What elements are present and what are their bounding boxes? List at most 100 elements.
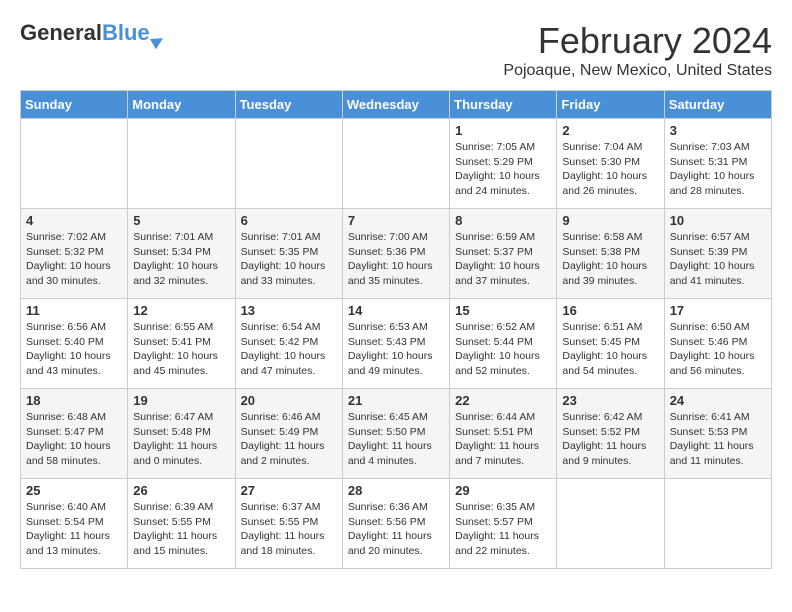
cell-info: Sunrise: 7:03 AM Sunset: 5:31 PM Dayligh…	[670, 140, 766, 199]
calendar-cell: 3 Sunrise: 7:03 AM Sunset: 5:31 PM Daylig…	[664, 119, 771, 209]
day-number: 9	[562, 213, 658, 228]
day-number: 23	[562, 393, 658, 408]
day-of-week-header: Thursday	[450, 91, 557, 119]
day-number: 24	[670, 393, 766, 408]
calendar-cell: 10 Sunrise: 6:57 AM Sunset: 5:39 PM Dayli…	[664, 209, 771, 299]
cell-info: Sunrise: 6:44 AM Sunset: 5:51 PM Dayligh…	[455, 410, 551, 469]
calendar-header: SundayMondayTuesdayWednesdayThursdayFrid…	[21, 91, 772, 119]
page-header: GeneralBlue February 2024 Pojoaque, New …	[20, 20, 772, 80]
day-number: 16	[562, 303, 658, 318]
calendar-cell: 28 Sunrise: 6:36 AM Sunset: 5:56 PM Dayli…	[342, 479, 449, 569]
calendar-week-row: 1 Sunrise: 7:05 AM Sunset: 5:29 PM Daylig…	[21, 119, 772, 209]
calendar-cell: 6 Sunrise: 7:01 AM Sunset: 5:35 PM Daylig…	[235, 209, 342, 299]
calendar-cell: 7 Sunrise: 7:00 AM Sunset: 5:36 PM Daylig…	[342, 209, 449, 299]
day-number: 2	[562, 123, 658, 138]
day-number: 11	[26, 303, 122, 318]
cell-info: Sunrise: 6:40 AM Sunset: 5:54 PM Dayligh…	[26, 500, 122, 559]
cell-info: Sunrise: 6:45 AM Sunset: 5:50 PM Dayligh…	[348, 410, 444, 469]
cell-info: Sunrise: 6:56 AM Sunset: 5:40 PM Dayligh…	[26, 320, 122, 379]
day-number: 27	[241, 483, 337, 498]
calendar-cell: 26 Sunrise: 6:39 AM Sunset: 5:55 PM Dayli…	[128, 479, 235, 569]
calendar-cell: 13Sunrise: 6:54 AM Sunset: 5:42 PM Dayli…	[235, 299, 342, 389]
calendar-week-row: 11 Sunrise: 6:56 AM Sunset: 5:40 PM Dayli…	[21, 299, 772, 389]
day-number: 17	[670, 303, 766, 318]
day-of-week-header: Tuesday	[235, 91, 342, 119]
location-text: Pojoaque, New Mexico, United States	[503, 62, 772, 80]
calendar-body: 1 Sunrise: 7:05 AM Sunset: 5:29 PM Daylig…	[21, 119, 772, 569]
day-number: 20	[241, 393, 337, 408]
cell-info: Sunrise: 6:50 AM Sunset: 5:46 PM Dayligh…	[670, 320, 766, 379]
day-number: 18	[26, 393, 122, 408]
calendar-week-row: 25 Sunrise: 6:40 AM Sunset: 5:54 PM Dayli…	[21, 479, 772, 569]
day-number: 8	[455, 213, 551, 228]
calendar-week-row: 18 Sunrise: 6:48 AM Sunset: 5:47 PM Dayli…	[21, 389, 772, 479]
calendar-cell: 17 Sunrise: 6:50 AM Sunset: 5:46 PM Dayli…	[664, 299, 771, 389]
calendar-cell: 21Sunrise: 6:45 AM Sunset: 5:50 PM Dayli…	[342, 389, 449, 479]
cell-info: Sunrise: 6:48 AM Sunset: 5:47 PM Dayligh…	[26, 410, 122, 469]
day-number: 28	[348, 483, 444, 498]
calendar-cell: 24 Sunrise: 6:41 AM Sunset: 5:53 PM Dayli…	[664, 389, 771, 479]
day-number: 14	[348, 303, 444, 318]
calendar-cell	[235, 119, 342, 209]
day-number: 1	[455, 123, 551, 138]
calendar-cell	[664, 479, 771, 569]
calendar-cell: 2 Sunrise: 7:04 AM Sunset: 5:30 PM Daylig…	[557, 119, 664, 209]
cell-info: Sunrise: 6:37 AM Sunset: 5:55 PM Dayligh…	[241, 500, 337, 559]
cell-info: Sunrise: 6:47 AM Sunset: 5:48 PM Dayligh…	[133, 410, 229, 469]
cell-info: Sunrise: 6:58 AM Sunset: 5:38 PM Dayligh…	[562, 230, 658, 289]
logo: GeneralBlue	[20, 20, 172, 46]
cell-info: Sunrise: 7:02 AM Sunset: 5:32 PM Dayligh…	[26, 230, 122, 289]
cell-info: Sunrise: 7:01 AM Sunset: 5:35 PM Dayligh…	[241, 230, 337, 289]
calendar-cell	[128, 119, 235, 209]
calendar-cell: 5 Sunrise: 7:01 AM Sunset: 5:34 PM Daylig…	[128, 209, 235, 299]
day-number: 29	[455, 483, 551, 498]
calendar-cell: 18 Sunrise: 6:48 AM Sunset: 5:47 PM Dayli…	[21, 389, 128, 479]
day-of-week-header: Friday	[557, 91, 664, 119]
calendar-cell	[342, 119, 449, 209]
day-of-week-header: Saturday	[664, 91, 771, 119]
calendar-cell: 14 Sunrise: 6:53 AM Sunset: 5:43 PM Dayli…	[342, 299, 449, 389]
day-number: 5	[133, 213, 229, 228]
cell-info: Sunrise: 6:42 AM Sunset: 5:52 PM Dayligh…	[562, 410, 658, 469]
header-row: SundayMondayTuesdayWednesdayThursdayFrid…	[21, 91, 772, 119]
day-number: 6	[241, 213, 337, 228]
day-number: 19	[133, 393, 229, 408]
calendar-week-row: 4 Sunrise: 7:02 AM Sunset: 5:32 PM Daylig…	[21, 209, 772, 299]
logo-blue-text: Blue	[102, 20, 150, 46]
cell-info: Sunrise: 6:41 AM Sunset: 5:53 PM Dayligh…	[670, 410, 766, 469]
logo-bird-icon	[152, 25, 172, 41]
cell-info: Sunrise: 7:04 AM Sunset: 5:30 PM Dayligh…	[562, 140, 658, 199]
cell-info: Sunrise: 6:39 AM Sunset: 5:55 PM Dayligh…	[133, 500, 229, 559]
day-number: 7	[348, 213, 444, 228]
day-number: 26	[133, 483, 229, 498]
day-number: 25	[26, 483, 122, 498]
cell-info: Sunrise: 7:00 AM Sunset: 5:36 PM Dayligh…	[348, 230, 444, 289]
calendar-cell: 8 Sunrise: 6:59 AM Sunset: 5:37 PM Daylig…	[450, 209, 557, 299]
title-area: February 2024 Pojoaque, New Mexico, Unit…	[503, 20, 772, 80]
cell-info: Sunrise: 7:05 AM Sunset: 5:29 PM Dayligh…	[455, 140, 551, 199]
day-number: 4	[26, 213, 122, 228]
calendar-cell: 25 Sunrise: 6:40 AM Sunset: 5:54 PM Dayli…	[21, 479, 128, 569]
cell-info: Sunrise: 6:59 AM Sunset: 5:37 PM Dayligh…	[455, 230, 551, 289]
calendar-cell: 23 Sunrise: 6:42 AM Sunset: 5:52 PM Dayli…	[557, 389, 664, 479]
month-title: February 2024	[503, 20, 772, 62]
cell-info: Sunrise: 7:01 AM Sunset: 5:34 PM Dayligh…	[133, 230, 229, 289]
calendar-cell: 20 Sunrise: 6:46 AM Sunset: 5:49 PM Dayli…	[235, 389, 342, 479]
cell-info: Sunrise: 6:51 AM Sunset: 5:45 PM Dayligh…	[562, 320, 658, 379]
cell-info: Sunrise: 6:36 AM Sunset: 5:56 PM Dayligh…	[348, 500, 444, 559]
cell-info: Sunrise: 6:57 AM Sunset: 5:39 PM Dayligh…	[670, 230, 766, 289]
day-number: 10	[670, 213, 766, 228]
cell-info: Sunrise: 6:54 AM Sunset: 5:42 PM Dayligh…	[241, 320, 337, 379]
calendar-cell: 9 Sunrise: 6:58 AM Sunset: 5:38 PM Daylig…	[557, 209, 664, 299]
day-number: 22	[455, 393, 551, 408]
calendar-cell: 16 Sunrise: 6:51 AM Sunset: 5:45 PM Dayli…	[557, 299, 664, 389]
calendar-cell: 12Sunrise: 6:55 AM Sunset: 5:41 PM Dayli…	[128, 299, 235, 389]
cell-info: Sunrise: 6:46 AM Sunset: 5:49 PM Dayligh…	[241, 410, 337, 469]
day-number: 3	[670, 123, 766, 138]
calendar-table: SundayMondayTuesdayWednesdayThursdayFrid…	[20, 90, 772, 569]
day-number: 12	[133, 303, 229, 318]
logo-general-text: General	[20, 20, 102, 46]
calendar-cell: 29Sunrise: 6:35 AM Sunset: 5:57 PM Dayli…	[450, 479, 557, 569]
cell-info: Sunrise: 6:53 AM Sunset: 5:43 PM Dayligh…	[348, 320, 444, 379]
calendar-cell: 1 Sunrise: 7:05 AM Sunset: 5:29 PM Daylig…	[450, 119, 557, 209]
